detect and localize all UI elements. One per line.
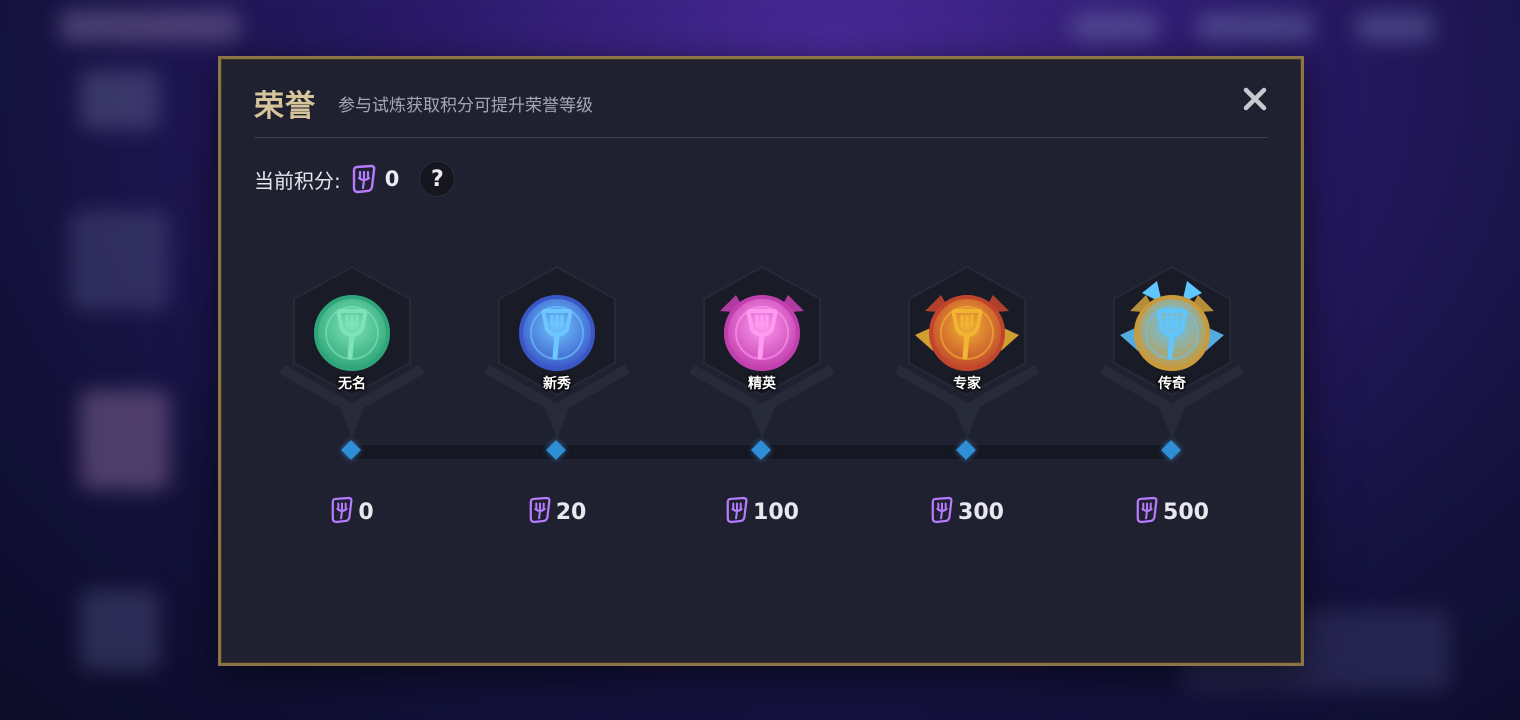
honor-tier: 无名 0 xyxy=(272,259,432,549)
background-sidebar-item xyxy=(80,390,170,490)
tier-name: 新秀 xyxy=(543,376,571,392)
honor-tier: 精英 100 xyxy=(682,259,842,549)
tier-requirement: 500 xyxy=(1092,495,1252,529)
tier-requirement: 0 xyxy=(272,495,432,529)
background-sidebar-item xyxy=(70,210,170,310)
background-sidebar-item xyxy=(80,590,160,670)
honor-point-icon xyxy=(330,495,354,529)
tier-name: 专家 xyxy=(953,376,981,392)
tier-requirement: 20 xyxy=(477,495,637,529)
honor-point-icon xyxy=(1135,495,1159,529)
tier-required-points: 20 xyxy=(555,499,587,525)
background-chip xyxy=(1195,12,1315,42)
tier-requirement: 100 xyxy=(682,495,842,529)
honor-tier-track: 无名 0 新秀 20 精英 100 专家 300 传奇 500 xyxy=(221,59,1301,663)
tier-name: 传奇 xyxy=(1158,376,1186,392)
honor-tier: 新秀 20 xyxy=(477,259,637,549)
honor-tier: 专家 300 xyxy=(887,259,1047,549)
background-topbar xyxy=(60,10,240,42)
tier-required-points: 100 xyxy=(753,499,799,525)
tier-name: 精英 xyxy=(748,376,776,392)
background-chip xyxy=(1355,12,1435,42)
honor-tier: 传奇 500 xyxy=(1092,259,1252,549)
honor-dialog: 荣誉 参与试炼获取积分可提升荣誉等级 当前积分: 0 ? 无名 0 新秀 20 … xyxy=(218,56,1304,666)
tier-required-points: 500 xyxy=(1163,499,1209,525)
tier-name: 无名 xyxy=(338,376,366,392)
tier-required-points: 0 xyxy=(358,499,374,525)
honor-point-icon xyxy=(725,495,749,529)
background-sidebar-item xyxy=(80,70,160,130)
honor-point-icon xyxy=(930,495,954,529)
tier-requirement: 300 xyxy=(887,495,1047,529)
tier-required-points: 300 xyxy=(958,499,1004,525)
honor-point-icon xyxy=(528,495,552,529)
background-chip xyxy=(1070,12,1160,42)
